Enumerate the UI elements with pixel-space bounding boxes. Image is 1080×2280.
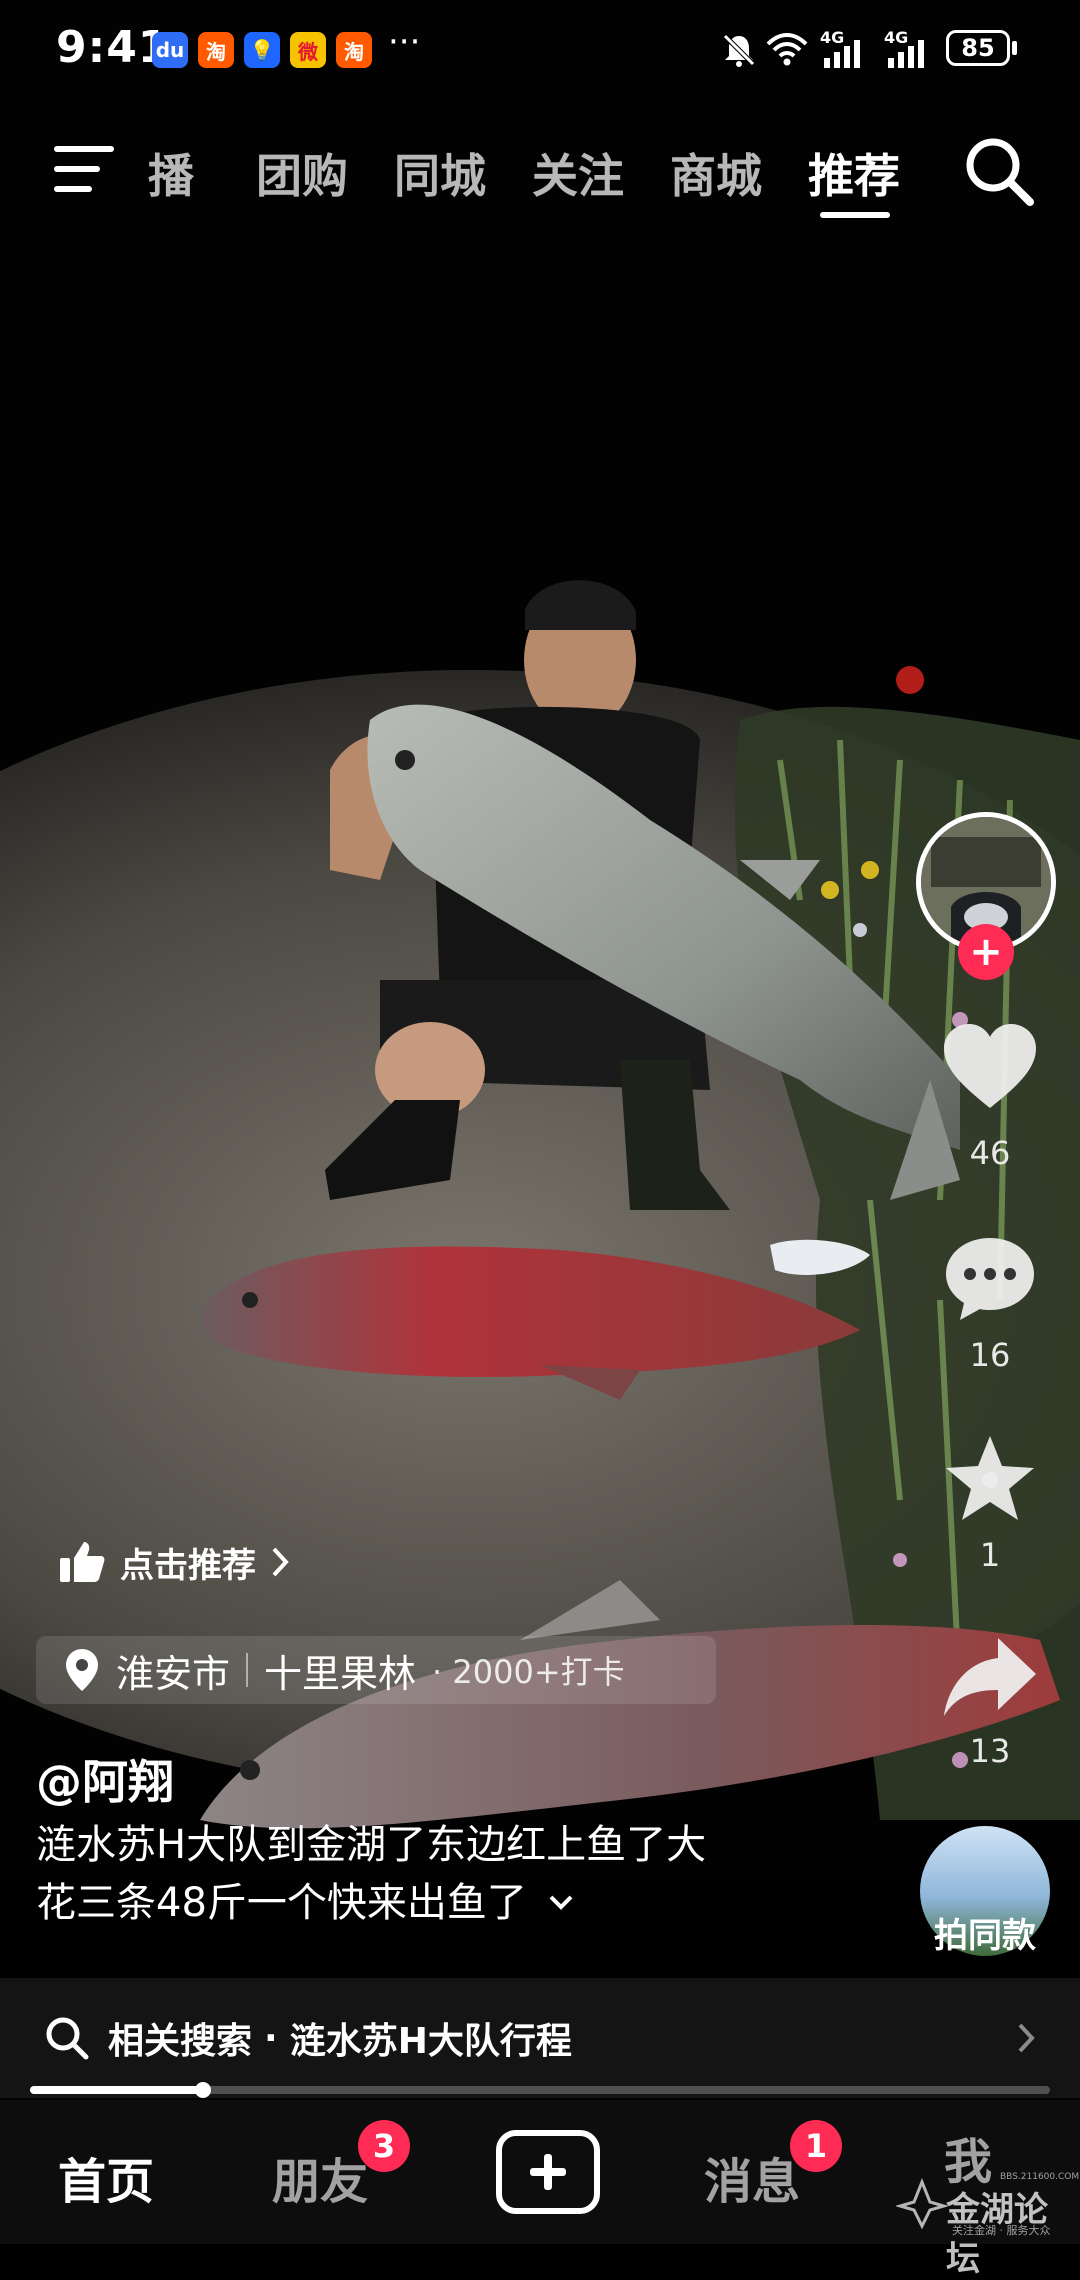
friends-badge: 3 [358, 2120, 410, 2172]
like-heart-icon[interactable] [940, 1020, 1040, 1112]
status-bar: 9:41 du 淘 💡 微 淘 ··· 4G 4G 85 [0, 0, 1080, 100]
nav-messages[interactable]: 消息 [704, 2142, 800, 2212]
like-count: 46 [969, 1134, 1011, 1172]
tab-following[interactable]: 关注 [532, 140, 624, 206]
location-place: 十里果林 [264, 1651, 417, 1696]
wifi-icon [766, 33, 808, 66]
watermark-url: BBS.211600.COM [1000, 2172, 1080, 2182]
comment-icon[interactable] [942, 1232, 1038, 1324]
share-count: 13 [969, 1732, 1011, 1770]
tab-mall[interactable]: 商城 [670, 140, 762, 206]
expand-chevron-icon[interactable] [547, 1893, 575, 1913]
menu-icon[interactable] [52, 142, 116, 198]
weibo-icon: 微 [290, 32, 326, 68]
search-icon[interactable] [962, 134, 1036, 208]
caption-line-2: 花三条48斤一个快来出鱼了 [36, 1880, 527, 1926]
active-tab-indicator [820, 212, 890, 218]
nav-friends[interactable]: 朋友 [272, 2142, 368, 2212]
related-search-separator: · [264, 2017, 278, 2059]
location-bar[interactable]: 淮安市 十里果林 · 2000+打卡 [36, 1636, 716, 1704]
caption-line-1: 涟水苏H大队到金湖了东边红上鱼了大 [36, 1822, 707, 1868]
tab-group-buy[interactable]: 团购 [256, 140, 348, 206]
related-search-bar[interactable]: 相关搜索 · 涟水苏H大队行程 [0, 1978, 1080, 2098]
follow-plus-button[interactable]: + [958, 924, 1014, 980]
plus-icon [530, 2154, 566, 2190]
top-nav: 播 团购 同城 关注 商城 推荐 [0, 120, 1080, 230]
nav-home[interactable]: 首页 [58, 2142, 154, 2212]
chevron-right-icon [1018, 2023, 1035, 2053]
tab-live[interactable]: 播 [148, 140, 194, 206]
taobao-icon: 淘 [336, 32, 372, 68]
signal-icon [824, 40, 860, 68]
lightbulb-app-icon: 💡 [244, 32, 280, 68]
signal-icon [888, 40, 924, 68]
location-checkins: · 2000+打卡 [432, 1653, 625, 1691]
more-notifications-icon: ··· [388, 22, 421, 62]
bottom-nav: 首页 朋友 3 消息 1 我 金湖论坛 关注金湖 · 服务大众 BBS.2116… [0, 2100, 1080, 2279]
taobao-icon: 淘 [198, 32, 234, 68]
share-arrow-icon[interactable] [940, 1634, 1040, 1720]
watermark-logo-icon [896, 2178, 948, 2230]
baidu-icon: du [152, 32, 188, 68]
favorite-star-icon[interactable] [942, 1432, 1038, 1524]
video-caption[interactable]: 涟水苏H大队到金湖了东边红上鱼了大 花三条48斤一个快来出鱼了 [36, 1816, 836, 1932]
chevron-right-icon [272, 1547, 289, 1577]
author-name[interactable]: @阿翔 [36, 1746, 174, 1812]
battery-cap [1012, 41, 1017, 55]
watermark-subtitle: 关注金湖 · 服务大众 [952, 2224, 1051, 2237]
tab-recommended[interactable]: 推荐 [808, 140, 900, 206]
messages-badge: 1 [790, 2120, 842, 2172]
same-style-label[interactable]: 拍同款 [920, 1908, 1050, 1957]
battery-indicator: 85 [946, 30, 1010, 66]
related-search-prefix: 相关搜索 [108, 2021, 253, 2062]
location-pin-icon [66, 1649, 98, 1691]
location-divider [246, 1653, 249, 1687]
related-search-query: 涟水苏H大队行程 [289, 2021, 572, 2062]
recommend-label: 点击推荐 [120, 1545, 256, 1586]
favorite-count: 1 [979, 1536, 1001, 1574]
thumbs-up-icon [60, 1542, 105, 1582]
comment-count: 16 [969, 1336, 1011, 1374]
location-city: 淮安市 [116, 1651, 231, 1696]
tab-nearby[interactable]: 同城 [394, 140, 486, 206]
search-icon [46, 2017, 89, 2060]
video-progress-fill [30, 2086, 204, 2094]
create-post-button[interactable] [496, 2130, 600, 2214]
recommend-button[interactable]: 点击推荐 [58, 1534, 292, 1590]
mute-bell-icon [723, 34, 755, 67]
